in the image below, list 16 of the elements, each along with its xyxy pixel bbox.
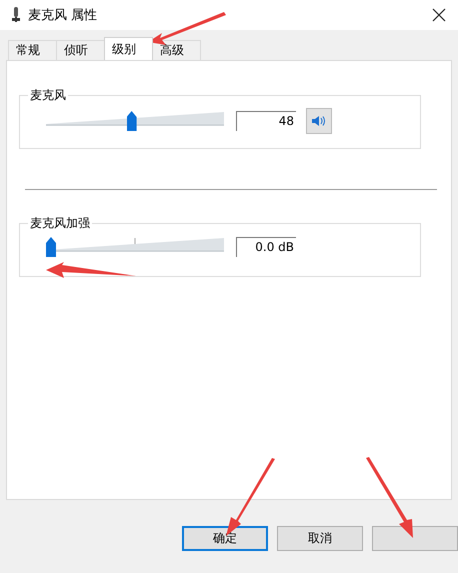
group-label: 麦克风 — [28, 87, 68, 103]
dialog-button[interactable]: 取消 — [277, 526, 363, 551]
dialog-button[interactable]: 确定 — [182, 526, 268, 551]
dialog-button[interactable] — [372, 526, 458, 551]
value-field[interactable]: 0.0 dB — [236, 237, 296, 257]
group-label: 麦克风加强 — [28, 215, 92, 231]
speaker-button[interactable] — [306, 108, 332, 134]
slider[interactable] — [46, 236, 224, 258]
microphone-icon — [12, 7, 20, 23]
tab[interactable]: 级别 — [104, 37, 153, 60]
close-icon[interactable] — [432, 8, 446, 22]
tab[interactable]: 常规 — [8, 40, 57, 60]
speaker-icon — [312, 115, 326, 127]
value-field[interactable]: 48 — [236, 111, 296, 131]
window-title: 麦克风 属性 — [28, 7, 98, 24]
slider[interactable] — [46, 110, 224, 132]
